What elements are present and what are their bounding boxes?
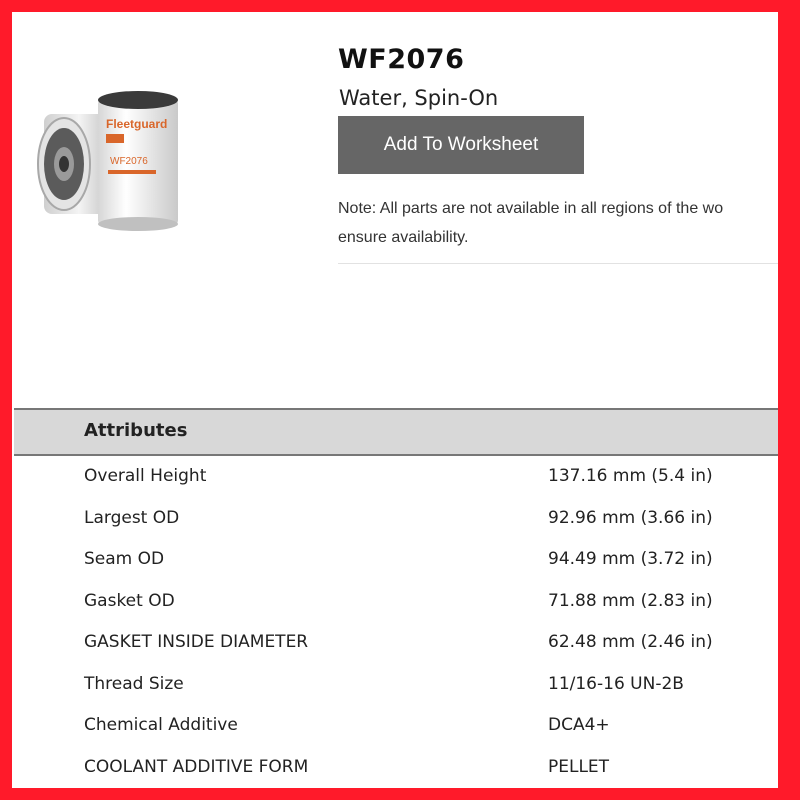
attribute-name: Largest OD	[84, 508, 180, 528]
attribute-value: 94.49 mm (3.72 in)	[548, 549, 713, 569]
attribute-value: 92.96 mm (3.66 in)	[548, 508, 713, 528]
table-row: Largest OD 92.96 mm (3.66 in)	[14, 498, 778, 540]
table-row: Seam OD 94.49 mm (3.72 in)	[14, 539, 778, 581]
attribute-value: 71.88 mm (2.83 in)	[548, 591, 713, 611]
table-row: Chemical Additive DCA4+	[14, 705, 778, 747]
attribute-name: Thread Size	[84, 674, 184, 694]
attribute-value: DCA4+	[548, 715, 610, 735]
availability-note: Note: All parts are not available in all…	[338, 194, 778, 252]
attribute-name: GASKET INSIDE DIAMETER	[84, 632, 309, 652]
attribute-name: Seam OD	[84, 549, 165, 569]
attribute-name: Gasket OD	[84, 591, 175, 611]
product-frame: Fleetguard WF2076 WF2076 Water, Spin-On …	[12, 12, 778, 788]
table-row: GASKET INSIDE DIAMETER 62.48 mm (2.46 in…	[14, 622, 778, 664]
brand-logo-text: Fleetguard	[106, 117, 167, 131]
part-number-title: WF2076	[338, 44, 465, 75]
divider	[338, 263, 778, 264]
table-row: Gasket OD 71.88 mm (2.83 in)	[14, 581, 778, 623]
attribute-name: Overall Height	[84, 466, 207, 486]
part-description: Water, Spin-On	[339, 86, 499, 110]
product-image: Fleetguard WF2076	[26, 84, 226, 244]
can-label-text: WF2076	[110, 156, 148, 167]
table-row: Overall Height 137.16 mm (5.4 in)	[14, 456, 778, 498]
attribute-value: PELLET	[548, 757, 610, 777]
attributes-title: Attributes	[84, 420, 188, 441]
table-row: COOLANT ADDITIVE FORM PELLET	[14, 747, 778, 788]
attribute-name: COOLANT ADDITIVE FORM	[84, 757, 309, 777]
table-row: Thread Size 11/16-16 UN-2B	[14, 664, 778, 706]
attribute-value: 62.48 mm (2.46 in)	[548, 632, 713, 652]
note-line: Note: All parts are not available in all…	[338, 200, 724, 217]
attribute-value: 137.16 mm (5.4 in)	[548, 466, 713, 486]
attribute-value: 11/16-16 UN-2B	[548, 674, 684, 694]
note-line: ensure availability.	[338, 229, 469, 246]
attribute-name: Chemical Additive	[84, 715, 238, 735]
attributes-header: Attributes	[14, 408, 778, 456]
add-to-worksheet-button[interactable]: Add To Worksheet	[338, 116, 584, 174]
